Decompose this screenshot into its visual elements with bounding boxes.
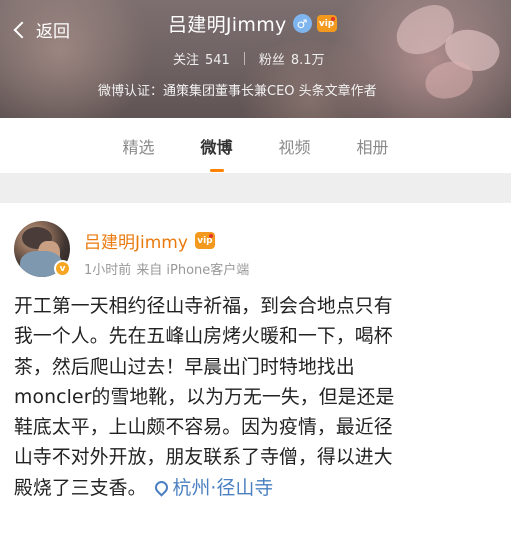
post-content: 开工第一天相约径山寺祈福，到会合地点只有 我一个人。先在五峰山房烤火暖和一下，喝… bbox=[14, 292, 502, 504]
vip-icon: vip bbox=[194, 232, 215, 249]
vip-icon: vip bbox=[316, 15, 337, 32]
fans-label: 粉丝 bbox=[258, 53, 285, 68]
male-icon: ♂ bbox=[292, 14, 312, 33]
tab-label: 视频 bbox=[278, 137, 311, 157]
weibo-post[interactable]: v 吕建明Jimmy vip 1小时前 来自 iPhone客户端 开工第一天相约径… bbox=[0, 203, 511, 551]
profile-tabs: 精选 微博 视频 相册 bbox=[0, 118, 511, 173]
back-label: 返回 bbox=[36, 22, 70, 42]
active-tab-indicator bbox=[209, 168, 224, 172]
post-meta: 1小时前 来自 iPhone客户端 bbox=[84, 259, 249, 278]
post-text-end: 殿烧了三支香。 bbox=[14, 477, 147, 499]
tab-featured[interactable]: 精选 bbox=[100, 134, 178, 158]
section-divider bbox=[0, 173, 511, 203]
post-text-line: moncler的雪地靴，以为万无一失，但是还是 bbox=[14, 386, 395, 408]
chevron-left-icon bbox=[13, 21, 31, 39]
stat-divider bbox=[243, 52, 245, 65]
location-link[interactable]: 杭州·径山寺 bbox=[147, 478, 274, 499]
profile-header: 返回 吕建明Jimmy ♂ vip 关注 541 粉丝 8.1万 微博认证：通策集团… bbox=[0, 0, 511, 118]
tab-video[interactable]: 视频 bbox=[256, 134, 334, 158]
profile-title: 吕建明Jimmy ♂ vip bbox=[168, 10, 337, 37]
post-text-line: 我一个人。先在五峰山房烤火暖和一下，喝杯 bbox=[14, 326, 393, 348]
following-stat[interactable]: 关注 541 bbox=[173, 49, 230, 68]
fans-count: 8.1万 bbox=[290, 53, 325, 68]
post-text-line-last: 殿烧了三支香。 杭州·径山寺 bbox=[14, 474, 502, 504]
post-time: 1小时前 bbox=[84, 263, 132, 278]
verified-badge-icon: v bbox=[54, 260, 71, 277]
fans-stat[interactable]: 粉丝 8.1万 bbox=[259, 49, 325, 68]
post-text-line: 茶，然后爬山过去！早晨出门时特地找出 bbox=[14, 356, 355, 378]
post-author-row: 吕建明Jimmy vip bbox=[84, 228, 215, 253]
post-text-line: 山寺不对外开放，朋友联系了寺僧，得以进大 bbox=[14, 447, 393, 469]
tab-label: 相册 bbox=[356, 137, 389, 157]
following-label: 关注 bbox=[173, 53, 200, 68]
following-count: 541 bbox=[205, 53, 230, 68]
post-source: 来自 iPhone客户端 bbox=[136, 263, 250, 278]
post-text-line: 开工第一天相约径山寺祈福，到会合地点只有 bbox=[14, 296, 393, 317]
tab-label: 精选 bbox=[122, 137, 155, 157]
profile-name: 吕建明Jimmy bbox=[168, 14, 287, 36]
verification-text: 微博认证：通策集团董事长兼CEO 头条文章作者 bbox=[98, 84, 377, 99]
tab-weibo[interactable]: 微博 bbox=[178, 134, 256, 172]
follow-stats: 关注 541 粉丝 8.1万 bbox=[173, 49, 325, 68]
post-author-name[interactable]: 吕建明Jimmy bbox=[84, 228, 188, 253]
back-button[interactable]: 返回 bbox=[13, 17, 70, 42]
location-pin-icon bbox=[151, 478, 171, 497]
post-text-line: 鞋底太平，上山颇不容易。因为疫情，最近径 bbox=[14, 417, 393, 439]
tab-album[interactable]: 相册 bbox=[334, 134, 412, 158]
tab-label: 微博 bbox=[200, 137, 233, 157]
location-label: 杭州·径山寺 bbox=[172, 477, 274, 499]
